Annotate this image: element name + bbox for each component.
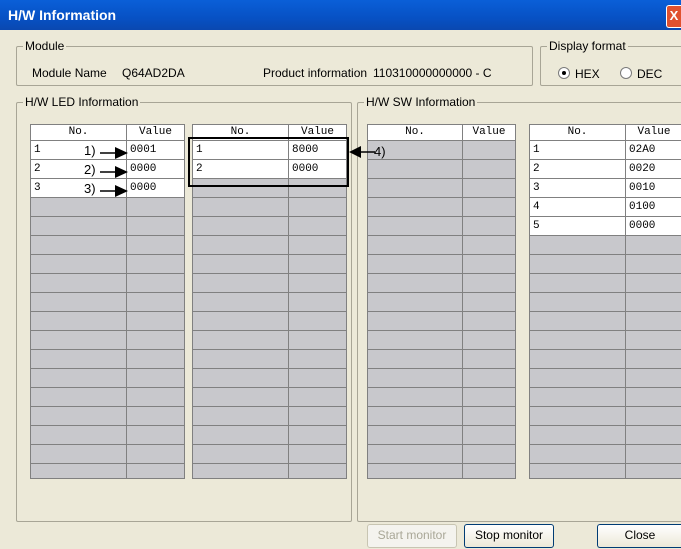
cell-no: 5 [533, 220, 540, 232]
cell-no: 1 [533, 144, 540, 156]
highlight-box [188, 137, 349, 187]
stop-monitor-button[interactable]: Stop monitor [464, 524, 554, 548]
module-name-label: Module Name [32, 66, 107, 80]
arrow-right-icon [100, 166, 128, 178]
annotation-1: 1) [84, 143, 96, 158]
cell-no: 1 [34, 144, 41, 156]
cell-value: 02A0 [629, 144, 656, 156]
dec-radio-label[interactable]: DEC [637, 67, 662, 81]
table-row[interactable] [530, 141, 681, 236]
title-bar: H/W Information X [0, 0, 681, 30]
module-name-value: Q64AD2DA [122, 66, 185, 80]
cell-value: 0010 [629, 182, 656, 194]
module-group-title: Module [23, 39, 67, 53]
hw-information-window: H/W Information X Module Module Name Q64… [0, 0, 681, 549]
column-header-value: Value [637, 126, 671, 138]
cell-no: 4 [533, 201, 540, 213]
column-header-no: No. [68, 126, 89, 138]
hw-led-information-title: H/W LED Information [23, 95, 141, 109]
column-header-value: Value [472, 126, 506, 138]
arrow-left-icon [349, 146, 375, 158]
cell-value: 0001 [130, 144, 157, 156]
cell-value: 0000 [130, 182, 157, 194]
annotation-2: 2) [84, 162, 96, 177]
window-title: H/W Information [8, 7, 117, 23]
product-information-label: Product information [263, 66, 368, 80]
cell-no: 3 [533, 182, 540, 194]
cell-value: 0100 [629, 201, 656, 213]
hex-radio[interactable] [558, 67, 570, 79]
arrow-right-icon [100, 185, 128, 197]
hex-radio-label[interactable]: HEX [575, 67, 600, 81]
cell-no: 2 [533, 163, 540, 175]
arrow-right-icon [100, 147, 128, 159]
cell-value: 0020 [629, 163, 656, 175]
annotation-4: 4) [374, 144, 386, 159]
cell-no: 2 [34, 163, 41, 175]
table-header: No. Value [530, 125, 681, 141]
annotation-3: 3) [84, 181, 96, 196]
table-header: No. Value [368, 125, 515, 141]
cell-value: 0000 [629, 220, 656, 232]
sw-table-2[interactable]: No. Value 1 02A0 2 0020 3 0010 4 0100 5 … [529, 124, 681, 479]
hw-sw-information-title: H/W SW Information [364, 95, 478, 109]
sw-table-1[interactable]: No. Value [367, 124, 516, 479]
cell-value: 0000 [130, 163, 157, 175]
column-header-no: No. [405, 126, 425, 138]
dec-radio[interactable] [620, 67, 632, 79]
close-button[interactable]: Close [597, 524, 681, 548]
column-header-no: No. [567, 126, 588, 138]
close-icon[interactable]: X [666, 5, 681, 28]
product-information-value: 110310000000000 - C [373, 66, 492, 80]
table-header: No. Value [31, 125, 184, 141]
cell-no: 3 [34, 182, 41, 194]
display-format-title: Display format [547, 39, 628, 53]
column-header-value: Value [138, 126, 172, 138]
start-monitor-button[interactable]: Start monitor [367, 524, 457, 548]
